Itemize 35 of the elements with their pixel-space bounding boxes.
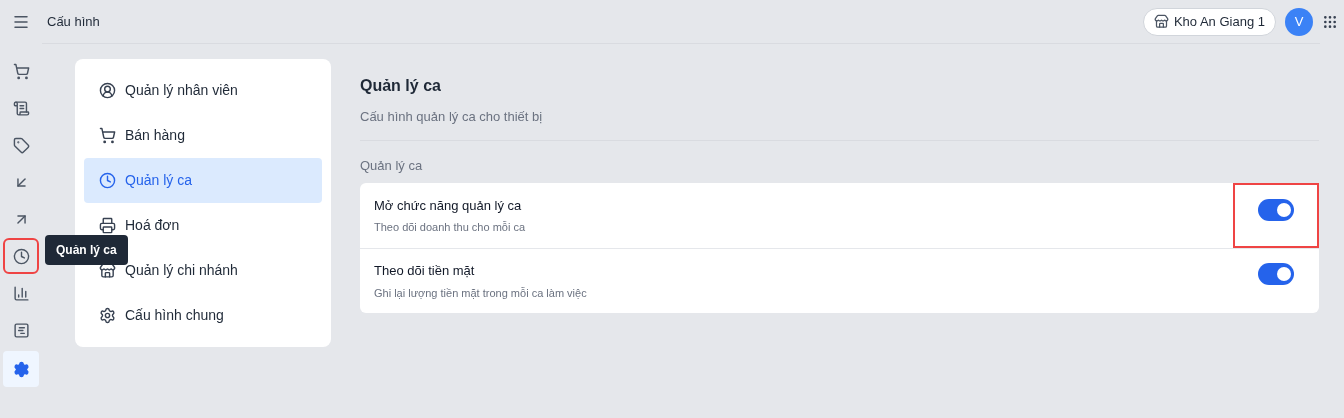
- chart-icon: [12, 321, 30, 339]
- setting-label: Mở chức năng quản lý ca: [374, 196, 523, 215]
- store-icon: [99, 262, 116, 279]
- rail-item[interactable]: [5, 240, 37, 272]
- menu-icon: [12, 13, 30, 31]
- apps-icon: [1322, 13, 1338, 30]
- cart-icon: [99, 127, 116, 144]
- store-icon: [1153, 14, 1169, 29]
- page-title: Cấu hình: [47, 12, 100, 31]
- printer-icon: [99, 217, 116, 234]
- rail-item[interactable]: [3, 351, 39, 387]
- settings-icon: [12, 360, 30, 378]
- clock-icon: [12, 247, 30, 265]
- setting-label: Theo dõi tiền mặt: [374, 262, 476, 280]
- receipt-icon: [12, 99, 30, 117]
- user-icon: [99, 82, 116, 99]
- toggle-switch[interactable]: [1258, 199, 1294, 221]
- setting-hint: Theo dõi doanh thu cho mỗi ca: [374, 220, 526, 235]
- toggle-switch[interactable]: [1258, 262, 1294, 285]
- group-label: Quản lý ca: [360, 156, 424, 175]
- bar-chart-icon: [12, 284, 30, 302]
- section-subtitle: Cấu hình quản lý ca cho thiết bị: [360, 107, 1319, 141]
- cart-icon: [12, 62, 30, 80]
- menu-item[interactable]: Quản lý nhân viên: [84, 68, 322, 113]
- tag-icon: [12, 136, 30, 154]
- menu-item[interactable]: Cấu hình chung: [84, 293, 322, 338]
- section-title: Quản lý ca: [360, 76, 442, 96]
- menu-item[interactable]: Bán hàng: [84, 113, 322, 158]
- tooltip: Quản lý ca: [45, 235, 128, 265]
- menu-item[interactable]: Quản lý ca: [84, 158, 322, 203]
- avatar[interactable]: V: [1285, 7, 1313, 36]
- store-selector[interactable]: Kho An Giang 1: [1142, 7, 1276, 36]
- settings-icon: [99, 307, 116, 324]
- setting-hint: Ghi lại lượng tiền mặt trong mỗi ca làm việc: [374, 285, 587, 301]
- clock-icon: [99, 172, 116, 189]
